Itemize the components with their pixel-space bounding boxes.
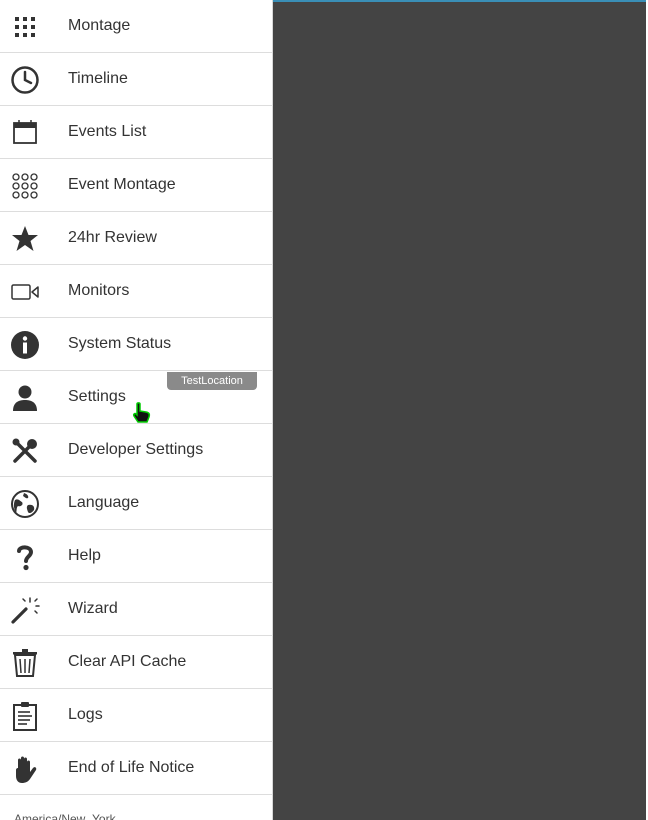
menu-item-label: Events List	[68, 123, 147, 140]
menu-item-label: Developer Settings	[68, 441, 204, 458]
clipboard-icon	[10, 701, 40, 731]
menu-item-montage[interactable]: Montage	[0, 0, 272, 53]
hand-cursor-icon	[133, 402, 151, 423]
menu-item-label: 24hr Review	[68, 229, 157, 246]
timezone-footer: America/New_York	[14, 812, 116, 820]
menu-item-label: Settings	[68, 388, 126, 405]
menu-item-wizard[interactable]: Wizard	[0, 583, 272, 636]
menu-item-label: Event Montage	[68, 176, 176, 193]
tools-icon	[10, 436, 40, 466]
dot-grid-icon	[10, 171, 40, 201]
menu-item-help[interactable]: Help	[0, 530, 272, 583]
menu-item-label: Language	[68, 494, 140, 511]
menu-item-monitors[interactable]: Monitors	[0, 265, 272, 318]
menu-item-label: Timeline	[68, 70, 128, 87]
info-icon	[10, 330, 40, 360]
menu-item-logs[interactable]: Logs	[0, 689, 272, 742]
hand-icon	[10, 754, 40, 784]
menu-item-label: End of Life Notice	[68, 759, 195, 776]
menu-item-label: Clear API Cache	[68, 653, 187, 670]
menu-item-label: Wizard	[68, 600, 118, 617]
grid-icon	[10, 12, 40, 42]
menu-item-label: System Status	[68, 335, 172, 352]
menu-item-system-status[interactable]: System Status	[0, 318, 272, 371]
globe-icon	[10, 489, 40, 519]
person-icon	[10, 383, 40, 413]
menu-item-event-montage[interactable]: Event Montage	[0, 159, 272, 212]
magic-wand-icon	[10, 595, 40, 625]
calendar-icon	[10, 118, 40, 148]
location-badge: TestLocation	[167, 372, 257, 390]
menu-item-clear-api-cache[interactable]: Clear API Cache	[0, 636, 272, 689]
trash-icon	[10, 648, 40, 678]
menu-item-label: Monitors	[68, 282, 130, 299]
star-icon	[10, 224, 40, 254]
question-icon	[10, 542, 40, 572]
menu-item-language[interactable]: Language	[0, 477, 272, 530]
menu-item-developer-settings[interactable]: Developer Settings	[0, 424, 272, 477]
menu-item-label: Help	[68, 547, 101, 564]
video-camera-icon	[10, 277, 40, 307]
menu-item-timeline[interactable]: Timeline	[0, 53, 272, 106]
top-accent-line	[273, 0, 646, 2]
menu-item-events-list[interactable]: Events List	[0, 106, 272, 159]
menu-item-label: Logs	[68, 706, 103, 723]
menu-item-24hr-review[interactable]: 24hr Review	[0, 212, 272, 265]
menu-item-label: Montage	[68, 17, 131, 34]
menu-item-end-of-life-notice[interactable]: End of Life Notice	[0, 742, 272, 795]
clock-icon	[10, 65, 40, 95]
